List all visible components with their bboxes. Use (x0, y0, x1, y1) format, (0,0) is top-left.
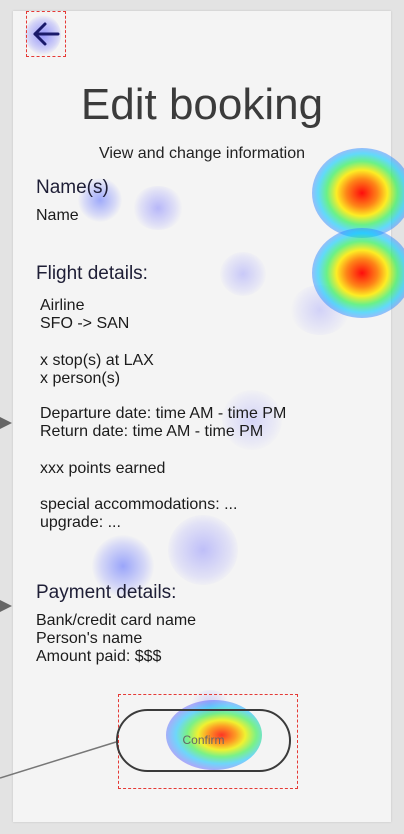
name-heading: Name(s) (36, 177, 109, 198)
accommodations-text: special accommodations: ... (40, 496, 238, 513)
card-text: Bank/credit card name (36, 612, 197, 629)
payment-details: Bank/credit card name Person's name Amou… (36, 612, 196, 666)
annotation-arrow-tip (0, 417, 12, 429)
confirm-button[interactable]: Confirm (116, 709, 291, 772)
airline-text: Airline (40, 297, 85, 314)
annotation-arrow-tip (0, 600, 12, 612)
flight-dates: Departure date: time AM - time PM Return… (40, 405, 286, 441)
route-text: SFO -> SAN (40, 315, 130, 332)
return-text: Return date: time AM - time PM (40, 423, 264, 440)
page-subtitle: View and change information (98, 145, 306, 162)
stops-text: x stop(s) at LAX (40, 352, 154, 369)
flight-extras: special accommodations: ... upgrade: ... (40, 496, 237, 532)
back-button[interactable] (26, 11, 66, 57)
persons-text: x person(s) (40, 370, 121, 387)
amount-text: Amount paid: $$$ (36, 648, 162, 665)
page-title: Edit booking (80, 80, 324, 129)
person-text: Person's name (36, 630, 143, 647)
arrow-left-icon (33, 22, 60, 46)
name-value: Name (36, 207, 79, 224)
flight-heading: Flight details: (36, 263, 148, 284)
points-text: xxx points earned (40, 460, 166, 477)
flight-airline-route: Airline SFO -> SAN (40, 297, 129, 333)
payment-heading: Payment details: (36, 582, 177, 603)
departure-text: Departure date: time AM - time PM (40, 405, 287, 422)
upgrade-text: upgrade: ... (40, 514, 121, 531)
flight-stops: x stop(s) at LAX x person(s) (40, 352, 154, 388)
